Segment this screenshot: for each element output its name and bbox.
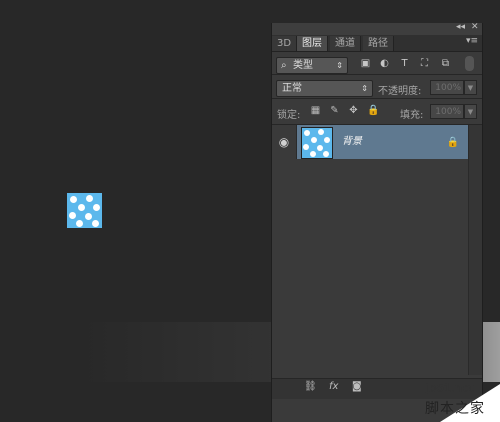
search-icon: ⌕ xyxy=(281,60,287,71)
filter-toggle[interactable] xyxy=(465,56,474,71)
layer-filter-select[interactable]: ⌕ 类型 ⇕ xyxy=(276,57,348,74)
image-filter-icon[interactable]: ▣ xyxy=(360,58,371,69)
layer-thumbnail xyxy=(301,127,333,159)
layer-lock-icon: 🔒 xyxy=(446,137,459,148)
filter-row: ⌕ 类型 ⇕ ▣ ◐ T ⛶ ⧉ xyxy=(272,52,482,74)
panel-topbar: ◂◂ ✕ xyxy=(272,22,482,35)
panel-menu-icon[interactable]: ▾≡ xyxy=(466,36,478,46)
watermark-name: 脚本之家 xyxy=(425,401,485,417)
lock-transparent-icon[interactable]: ▦ xyxy=(310,105,321,116)
lock-all-icon[interactable]: 🔒 xyxy=(367,105,379,116)
lock-row: 锁定: ▦ ✎ ✥ 🔒 填充: 100% ▼ xyxy=(272,99,482,123)
layers-panel: ◂◂ ✕ 3D 图层 通道 路径 ▾≡ ⌕ 类型 ⇕ ▣ ◐ T ⛶ ⧉ 正常 … xyxy=(271,22,483,422)
select-arrow-icon: ⇕ xyxy=(361,84,368,93)
blend-mode-label: 正常 xyxy=(282,83,302,94)
blend-row: 正常 ⇕ 不透明度: 100% ▼ xyxy=(272,75,482,97)
fx-icon[interactable]: fx xyxy=(329,381,338,392)
opacity-field[interactable]: 100% xyxy=(430,80,464,95)
add-mask-icon[interactable]: ◙ xyxy=(352,381,362,392)
visibility-eye-icon[interactable]: ◉ xyxy=(272,125,297,159)
fill-field[interactable]: 100% xyxy=(430,104,464,119)
link-layers-icon[interactable]: ⛓ xyxy=(304,381,317,392)
fill-dropdown-icon[interactable]: ▼ xyxy=(464,104,477,119)
tab-layers[interactable]: 图层 xyxy=(297,36,328,51)
lock-label: 锁定: xyxy=(277,110,301,121)
layer-row[interactable]: ◉ 背景 🔒 xyxy=(272,125,469,159)
tab-channels[interactable]: 通道 xyxy=(330,36,361,51)
type-filter-icon[interactable]: T xyxy=(399,58,410,69)
opacity-label: 不透明度: xyxy=(378,86,422,97)
select-arrow-icon: ⇕ xyxy=(336,61,343,70)
lock-pixels-icon[interactable]: ✎ xyxy=(329,105,340,116)
collapse-icon[interactable]: ◂◂ xyxy=(456,22,465,32)
lock-position-icon[interactable]: ✥ xyxy=(348,105,359,116)
tab-3d[interactable]: 3D xyxy=(272,36,298,51)
close-icon[interactable]: ✕ xyxy=(471,22,479,32)
shape-filter-icon[interactable]: ⛶ xyxy=(419,58,430,69)
blend-mode-select[interactable]: 正常 ⇕ xyxy=(276,80,373,97)
filter-label: 类型 xyxy=(293,60,313,71)
fill-label: 填充: xyxy=(400,110,424,121)
smart-object-filter-icon[interactable]: ⧉ xyxy=(440,58,451,69)
adjustment-filter-icon[interactable]: ◐ xyxy=(379,58,390,69)
tab-paths[interactable]: 路径 xyxy=(363,36,394,51)
watermark-site: jb51.net xyxy=(425,380,475,395)
layer-name[interactable]: 背景 xyxy=(342,125,362,159)
document-image[interactable] xyxy=(67,193,102,228)
panel-tabbar: 3D 图层 通道 路径 xyxy=(272,35,482,52)
opacity-dropdown-icon[interactable]: ▼ xyxy=(464,80,477,95)
layers-scrollbar[interactable] xyxy=(468,125,482,375)
